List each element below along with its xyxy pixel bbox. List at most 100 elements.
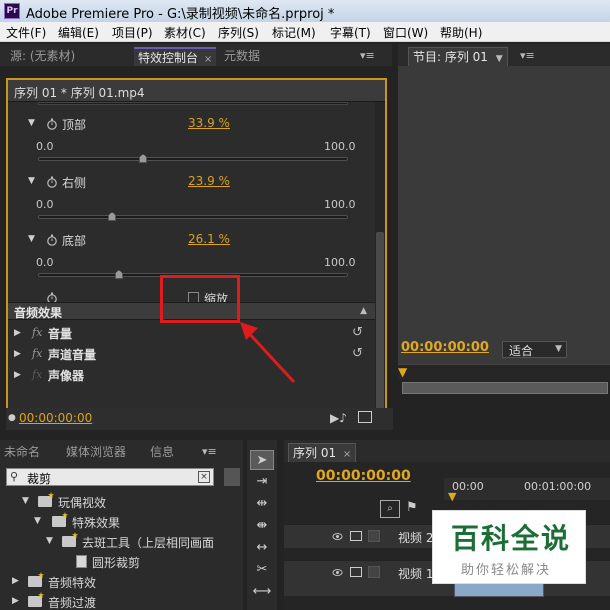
tab-source[interactable]: 源: (无素材) [6, 47, 79, 66]
menu-sequence[interactable]: 序列(S) [218, 24, 259, 41]
program-ruler[interactable]: ▼ [398, 364, 610, 380]
fx-badge[interactable]: fx [32, 326, 42, 339]
rolling-edit-tool-icon[interactable]: ⇼ [250, 516, 274, 536]
audio-effect-volume[interactable]: ▶ fx 音量 ↺ [8, 323, 375, 344]
program-screen[interactable] [398, 66, 610, 366]
close-icon[interactable]: × [343, 449, 351, 460]
vertical-scrollbar[interactable] [375, 102, 385, 428]
slip-tool-icon[interactable]: ⟷ [250, 582, 274, 602]
stopwatch-icon[interactable] [46, 176, 58, 188]
slider-handle[interactable] [108, 212, 117, 221]
expand-triangle-icon[interactable]: ▶ [12, 596, 19, 606]
tab-project[interactable]: 未命名 [0, 443, 44, 462]
selection-tool-icon[interactable]: ➤ [250, 450, 274, 470]
film-icon[interactable] [350, 567, 362, 577]
menu-marker[interactable]: 标记(M) [272, 24, 316, 41]
menu-window[interactable]: 窗口(W) [383, 24, 428, 41]
tab-sequence[interactable]: 序列 01 × [288, 443, 357, 462]
slider-handle[interactable] [114, 270, 123, 279]
expand-triangle-icon[interactable]: ▶ [12, 576, 19, 586]
expand-triangle-icon[interactable]: ▼ [34, 516, 41, 526]
tab-info[interactable]: 信息 [146, 443, 178, 462]
tree-item[interactable]: ▶ 音频过渡 [0, 592, 243, 610]
slider-track[interactable] [38, 157, 348, 161]
slider-handle[interactable] [139, 154, 148, 163]
tree-item[interactable]: ▶ 音频特效 [0, 572, 243, 592]
tab-metadata[interactable]: 元数据 [220, 47, 264, 66]
panel-menu-icon[interactable]: ▾≡ [520, 49, 535, 62]
panel-menu-icon[interactable]: ▾≡ [202, 445, 217, 458]
expand-triangle-icon[interactable]: ▶ [14, 328, 21, 338]
track-select-tool-icon[interactable]: ⇥ [250, 472, 274, 492]
search-value[interactable]: 裁剪 [27, 470, 51, 487]
tab-effect-controls[interactable]: 特效控制台 × [134, 47, 217, 66]
razor-tool-icon[interactable]: ✂ [250, 560, 274, 580]
menu-clip[interactable]: 素材(C) [164, 24, 206, 41]
menu-edit[interactable]: 编辑(E) [58, 24, 99, 41]
source-panel-tabbar: 源: (无素材) 特效控制台 × 元数据 ▾≡ [0, 44, 392, 66]
film-icon[interactable] [350, 531, 362, 541]
folder-icon [62, 536, 76, 547]
expand-triangle-icon[interactable]: ▶ [14, 349, 21, 359]
property-value[interactable]: 26.1 % [188, 232, 230, 246]
fx-badge[interactable]: fx [32, 347, 42, 360]
slider-track[interactable] [38, 215, 348, 219]
expand-triangle-icon[interactable]: ▼ [46, 536, 53, 546]
reset-icon[interactable]: ↺ [352, 325, 363, 340]
audio-effect-channel-volume[interactable]: ▶ fx 声道音量 ↺ [8, 344, 375, 365]
panel-menu-icon[interactable]: ▾≡ [360, 49, 375, 62]
program-scrub-bar[interactable] [402, 382, 608, 394]
tab-media-browser[interactable]: 媒体浏览器 [62, 443, 130, 462]
fit-dropdown[interactable]: 适合 ▼ [502, 341, 567, 358]
expand-triangle-icon[interactable]: ▼ [22, 496, 29, 506]
lock-icon[interactable] [368, 566, 380, 578]
tree-item[interactable]: ▼ 特殊效果 [0, 512, 243, 532]
marker-icon[interactable]: ⚑ [406, 500, 418, 515]
property-value[interactable]: 23.9 % [188, 174, 230, 188]
clear-search-icon[interactable]: × [198, 471, 210, 483]
slider-min: 0.0 [36, 198, 54, 211]
property-name: 底部 [62, 234, 87, 248]
tree-item[interactable]: 圆形裁剪 [0, 552, 243, 572]
export-icon[interactable] [358, 411, 372, 423]
tab-effect-controls-label: 特效控制台 [138, 51, 199, 65]
new-bin-icon[interactable] [224, 468, 240, 486]
expand-triangle-icon[interactable]: ▼ [28, 176, 35, 186]
audio-scrub-icon[interactable]: ▶♪ [330, 411, 347, 425]
program-timecode[interactable]: 00:00:00:00 [401, 340, 489, 355]
tree-item[interactable]: ▼ 去斑工具（上层相同画面 [0, 532, 243, 552]
menu-file[interactable]: 文件(F) [6, 24, 46, 41]
expand-triangle-icon[interactable]: ▶ [14, 370, 21, 380]
scrollbar-thumb[interactable] [376, 232, 384, 412]
audio-effect-panner[interactable]: ▶ fx 声像器 [8, 365, 375, 386]
rate-stretch-tool-icon[interactable]: ↔ [250, 538, 274, 558]
eye-icon[interactable] [332, 567, 343, 578]
ripple-edit-tool-icon[interactable]: ⇹ [250, 494, 274, 514]
menu-title[interactable]: 字幕(T) [330, 24, 371, 41]
menu-project[interactable]: 项目(P) [112, 24, 153, 41]
chevron-down-icon[interactable]: ▼ [496, 54, 503, 64]
timeline-ruler[interactable]: 00:00 00:01:00:00 ▼ [444, 478, 610, 503]
snap-icon[interactable]: ⌕ [380, 500, 400, 518]
tree-item-label: 音频过渡 [48, 596, 97, 610]
expand-triangle-icon[interactable]: ▼ [28, 118, 35, 128]
reset-icon[interactable]: ↺ [352, 346, 363, 361]
expand-triangle-icon[interactable]: ▼ [28, 234, 35, 244]
fit-value: 适合 [509, 344, 534, 358]
playhead-icon[interactable]: ▼ [398, 365, 407, 379]
eye-icon[interactable] [332, 531, 343, 542]
tab-program[interactable]: 节目: 序列 01 ▼ [408, 47, 508, 66]
menu-help[interactable]: 帮助(H) [440, 24, 482, 41]
fx-badge[interactable]: fx [32, 368, 42, 381]
timeline-timecode[interactable]: 00:00:00:00 [316, 468, 411, 484]
close-icon[interactable]: × [204, 54, 212, 65]
footer-timecode[interactable]: 00:00:00:00 [19, 411, 92, 425]
collapse-up-icon[interactable]: ▲ [360, 306, 367, 316]
stopwatch-icon[interactable] [46, 118, 58, 130]
effects-search-field[interactable]: ⚲ 裁剪 × [6, 468, 214, 486]
tree-item[interactable]: ▼ 玩偶视效 [0, 492, 243, 512]
stopwatch-icon[interactable] [46, 234, 58, 246]
playhead-icon[interactable]: ▼ [448, 490, 456, 503]
property-value[interactable]: 33.9 % [188, 116, 230, 130]
lock-icon[interactable] [368, 530, 380, 542]
